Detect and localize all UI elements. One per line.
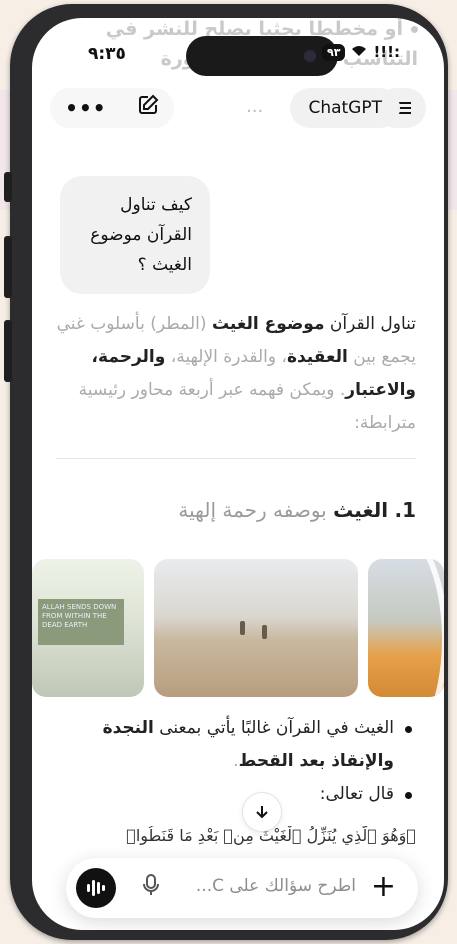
answer-bold: العقيدة (286, 347, 348, 367)
phone-button (4, 320, 12, 382)
section-heading: 1. الغيث بوصفه رحمة إلهية (56, 498, 416, 522)
bullet-dot (411, 26, 418, 33)
more-options-button[interactable]: ••• (65, 96, 106, 120)
add-attachment-button[interactable]: + (371, 870, 396, 904)
phone-button (4, 236, 12, 298)
camera-icon (304, 50, 316, 62)
voice-mode-icon (102, 885, 105, 891)
answer-text: ، والقدرة الإلهية، (170, 347, 287, 367)
voice-mode-icon (92, 880, 95, 896)
list-item: قال تعالى: (56, 778, 416, 811)
assistant-answer: تناول القرآن موضوع الغيث (المطر) بأسلوب … (56, 308, 416, 440)
sign-text: ALLAH SENDS DOWN FROM WITHIN THE DEAD EA… (38, 599, 124, 645)
list-text: الغيث في القرآن غالبًا يأتي بمعنى (153, 718, 394, 738)
signal-icon: !!!: (373, 43, 400, 61)
voice-mode-icon (87, 884, 90, 892)
message-composer[interactable]: + اطرح سؤالك على C... (66, 858, 418, 918)
heading-bold: الغيث (333, 498, 389, 522)
status-icons: ٩٣ !!!: (322, 43, 400, 61)
answer-text: تناول القرآن (329, 314, 416, 334)
wifi-icon (351, 43, 367, 61)
microphone-icon[interactable] (142, 874, 160, 901)
chevron-down-icon[interactable] (242, 792, 282, 832)
bullet-list: الغيث في القرآن غالبًا يأتي بمعنى النجدة… (56, 712, 416, 811)
new-chat-icon[interactable] (137, 94, 159, 122)
image-desert[interactable] (154, 559, 358, 697)
battery-icon: ٩٣ (322, 43, 346, 61)
heading-text: بوصفه رحمة إلهية (178, 498, 327, 522)
person-figure (262, 625, 267, 639)
rainbow-arc (368, 559, 444, 697)
quran-verse: ﴿وَهُوَ ٱلَّذِي يُنَزِّلُ ٱلْغَيْثَ مِنۢ… (126, 826, 416, 845)
chat-header: ChatGPT ... ••• (32, 84, 444, 128)
voice-mode-button[interactable] (76, 868, 116, 908)
phone-frame: أو مخططا بحثيا يصلح للنشر في التناسب الم… (4, 4, 448, 940)
message-input[interactable]: اطرح سؤالك على C... (196, 876, 356, 896)
image-sign[interactable]: ALLAH SENDS DOWN FROM WITHIN THE DEAD EA… (32, 559, 144, 697)
dynamic-island (186, 36, 338, 76)
answer-bold: موضوع الغيث (211, 314, 325, 334)
image-carousel[interactable]: ALLAH SENDS DOWN FROM WITHIN THE DEAD EA… (32, 559, 444, 697)
image-rainbow[interactable] (368, 559, 444, 697)
voice-mode-icon (97, 882, 100, 894)
model-selector[interactable]: ChatGPT (290, 88, 400, 128)
status-time: ٩:٣٥ (88, 44, 126, 64)
heading-number: 1. (394, 498, 416, 522)
faded-dots: ... (246, 96, 264, 117)
list-item: الغيث في القرآن غالبًا يأتي بمعنى النجدة… (56, 712, 416, 778)
divider (56, 458, 416, 459)
list-text: قال تعالى: (319, 784, 394, 804)
person-figure (240, 621, 245, 635)
screen: أو مخططا بحثيا يصلح للنشر في التناسب الم… (32, 18, 444, 930)
header-actions: ••• (50, 88, 174, 128)
phone-button (4, 172, 12, 202)
user-message: كيف تناول القرآن موضوع الغيث ؟ (60, 176, 210, 294)
